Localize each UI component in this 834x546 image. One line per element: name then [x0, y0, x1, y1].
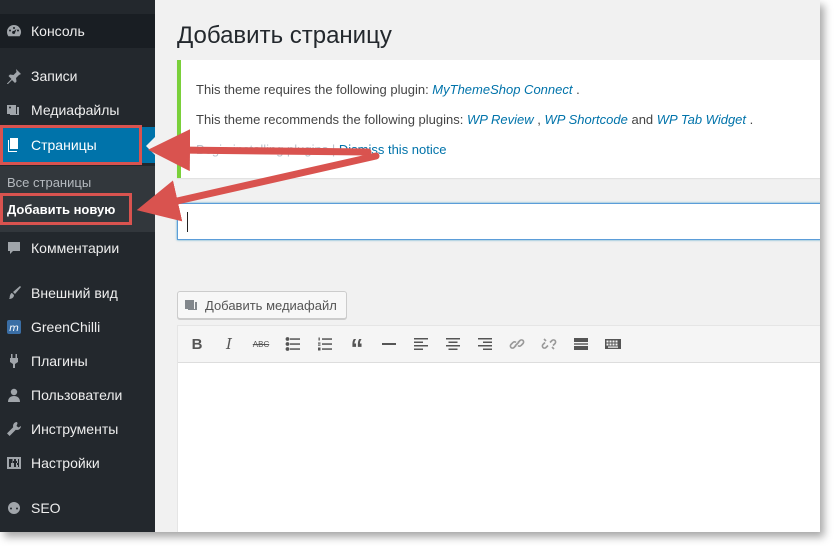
- sidebar-item-tools[interactable]: Инструменты: [0, 412, 155, 446]
- pin-icon: [5, 67, 23, 85]
- numbered-list-icon[interactable]: [314, 334, 336, 354]
- notice-text: and: [627, 112, 657, 127]
- notice-text: .: [572, 82, 580, 97]
- current-menu-pointer: [146, 137, 155, 155]
- submenu-add-new[interactable]: Добавить новую: [7, 202, 115, 217]
- sidebar-item-label: GreenChilli: [31, 319, 101, 335]
- sidebar-item-label: Внешний вид: [31, 285, 118, 301]
- settings-icon: [5, 454, 23, 472]
- sidebar-item-greenchilli[interactable]: m GreenChilli: [0, 310, 155, 344]
- strikethrough-icon[interactable]: ABC: [250, 334, 272, 354]
- dismiss-notice-link[interactable]: Dismiss this notice: [339, 142, 447, 157]
- plugin-link-wp-tab-widget[interactable]: WP Tab Widget: [657, 112, 746, 127]
- add-media-button[interactable]: Добавить медиафайл: [177, 291, 347, 319]
- notice-line-recommended: This theme recommends the following plug…: [196, 112, 753, 127]
- theme-m-icon: m: [5, 318, 23, 336]
- editor-toolbar: B I ABC “: [178, 326, 820, 363]
- sidebar-item-label: Медиафайлы: [31, 102, 120, 118]
- plugin-link-mythemeshop-connect[interactable]: MyThemeShop Connect: [432, 82, 572, 97]
- sidebar-item-posts[interactable]: Записи: [0, 59, 155, 93]
- content-editor: B I ABC “: [177, 325, 820, 532]
- sidebar-item-label: Инструменты: [31, 421, 119, 437]
- notice-text: This theme recommends the following plug…: [196, 112, 467, 127]
- horizontal-line-icon[interactable]: [378, 334, 400, 354]
- sidebar-item-plugins[interactable]: Плагины: [0, 344, 155, 378]
- sidebar-item-pages[interactable]: Страницы: [0, 127, 155, 163]
- toolbar-toggle-icon[interactable]: [602, 334, 624, 354]
- pages-icon: [5, 136, 23, 154]
- sidebar-item-comments[interactable]: Комментарии: [0, 231, 155, 265]
- pages-submenu: Все страницы Добавить новую: [0, 166, 155, 232]
- dashboard-icon: [5, 22, 23, 40]
- plugin-link-wp-shortcode[interactable]: WP Shortcode: [545, 112, 628, 127]
- notice-line-actions: Begin installing plugins | Dismiss this …: [196, 142, 447, 157]
- bold-icon[interactable]: B: [186, 334, 208, 354]
- sidebar-item-label: Плагины: [31, 353, 88, 369]
- sidebar-item-label: Страницы: [31, 137, 97, 153]
- user-icon: [5, 386, 23, 404]
- blockquote-icon[interactable]: “: [346, 334, 368, 361]
- plugin-icon: [5, 352, 23, 370]
- page-title-input[interactable]: [177, 203, 820, 240]
- submenu-all-pages[interactable]: Все страницы: [7, 175, 91, 190]
- sidebar-item-settings[interactable]: Настройки: [0, 446, 155, 480]
- begin-installing-link[interactable]: Begin installing plugins |: [196, 142, 339, 157]
- unlink-icon[interactable]: [538, 334, 560, 354]
- plugin-link-wp-review[interactable]: WP Review: [467, 112, 534, 127]
- link-icon[interactable]: [506, 334, 528, 354]
- notice-line-required: This theme requires the following plugin…: [196, 82, 580, 97]
- italic-icon[interactable]: I: [218, 334, 240, 354]
- media-icon: [5, 101, 23, 119]
- sidebar-item-label: SEO: [31, 500, 61, 516]
- align-left-icon[interactable]: [410, 334, 432, 354]
- read-more-icon[interactable]: [570, 334, 592, 354]
- sidebar-item-media[interactable]: Медиафайлы: [0, 93, 155, 127]
- screenshot-frame: Консоль Записи Медиафайлы Страницы Все с…: [0, 0, 820, 532]
- sidebar-item-label: Пользователи: [31, 387, 123, 403]
- notice-text: .: [746, 112, 754, 127]
- sidebar-item-seo[interactable]: SEO: [0, 491, 155, 525]
- add-media-icon: [185, 300, 197, 310]
- sidebar-item-label: Записи: [31, 68, 78, 84]
- seo-icon: [5, 499, 23, 517]
- plugin-notice: This theme requires the following plugin…: [177, 60, 820, 178]
- sidebar-item-label: Консоль: [31, 23, 85, 39]
- sidebar-item-label: Комментарии: [31, 240, 120, 256]
- sidebar-item-users[interactable]: Пользователи: [0, 378, 155, 412]
- add-media-label: Добавить медиафайл: [205, 297, 337, 313]
- admin-sidebar: Консоль Записи Медиафайлы Страницы Все с…: [0, 0, 155, 532]
- main-content: Добавить страницу This theme requires th…: [155, 0, 820, 532]
- notice-text: ,: [533, 112, 545, 127]
- notice-text: This theme requires the following plugin…: [196, 82, 433, 97]
- align-center-icon[interactable]: [442, 334, 464, 354]
- wrench-icon: [5, 420, 23, 438]
- sidebar-item-label: Настройки: [31, 455, 100, 471]
- sidebar-item-dashboard[interactable]: Консоль: [0, 14, 155, 48]
- align-right-icon[interactable]: [474, 334, 496, 354]
- text-caret: [187, 212, 188, 232]
- sidebar-item-appearance[interactable]: Внешний вид: [0, 276, 155, 310]
- brush-icon: [5, 284, 23, 302]
- comment-icon: [5, 239, 23, 257]
- page-title: Добавить страницу: [177, 22, 392, 49]
- bullet-list-icon[interactable]: [282, 334, 304, 354]
- svg-text:m: m: [9, 323, 19, 334]
